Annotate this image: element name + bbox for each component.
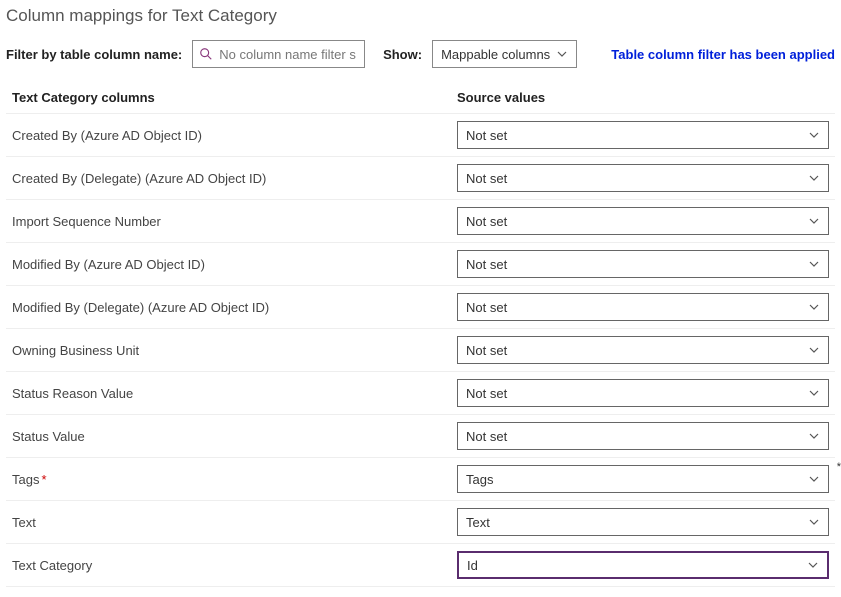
source-value-cell: Not set <box>457 379 835 407</box>
source-value-select[interactable]: Not set <box>457 207 829 235</box>
filter-bar: Filter by table column name: Show: Mappa… <box>6 40 835 68</box>
chevron-down-icon <box>808 215 820 227</box>
filter-applied-message: Table column filter has been applied <box>611 47 835 62</box>
table-row: Tags*Tags* <box>6 458 835 501</box>
table-row: Created By (Delegate) (Azure AD Object I… <box>6 157 835 200</box>
column-label: Modified By (Delegate) (Azure AD Object … <box>12 300 457 315</box>
chevron-down-icon <box>808 387 820 399</box>
source-value-select[interactable]: Not set <box>457 164 829 192</box>
source-value-text: Not set <box>466 257 507 272</box>
table-row: Modified By (Delegate) (Azure AD Object … <box>6 286 835 329</box>
table-header: Text Category columns Source values <box>6 86 835 114</box>
table-row: Text Category Id <box>6 544 835 587</box>
search-icon <box>199 47 213 61</box>
column-label: Status Value <box>12 429 457 444</box>
column-label: Tags* <box>12 472 457 487</box>
source-value-cell: Text <box>457 508 835 536</box>
chevron-down-icon <box>808 473 820 485</box>
column-label: Created By (Delegate) (Azure AD Object I… <box>12 171 457 186</box>
source-value-cell: Not set <box>457 336 835 364</box>
source-value-text: Not set <box>466 386 507 401</box>
source-value-cell: Not set <box>457 164 835 192</box>
source-value-select[interactable]: Not set <box>457 250 829 278</box>
source-value-cell: Not set <box>457 121 835 149</box>
header-columns: Text Category columns <box>12 90 457 105</box>
source-value-select[interactable]: Id <box>457 551 829 579</box>
source-value-select[interactable]: Not set <box>457 336 829 364</box>
page-title: Column mappings for Text Category <box>6 6 835 26</box>
source-value-select[interactable]: Not set <box>457 293 829 321</box>
column-label: Created By (Azure AD Object ID) <box>12 128 457 143</box>
chevron-down-icon <box>808 430 820 442</box>
source-value-text: Not set <box>466 214 507 229</box>
source-value-text: Id <box>467 558 478 573</box>
source-value-select[interactable]: Not set <box>457 379 829 407</box>
column-label: Import Sequence Number <box>12 214 457 229</box>
chevron-down-icon <box>556 48 568 60</box>
column-label: Status Reason Value <box>12 386 457 401</box>
table-row: Status Reason Value Not set <box>6 372 835 415</box>
chevron-down-icon <box>808 301 820 313</box>
source-value-text: Not set <box>466 128 507 143</box>
chevron-down-icon <box>808 516 820 528</box>
column-name-filter[interactable] <box>192 40 365 68</box>
filter-label: Filter by table column name: <box>6 47 182 62</box>
show-label: Show: <box>383 47 422 62</box>
column-label: Text <box>12 515 457 530</box>
search-input[interactable] <box>217 46 358 63</box>
chevron-down-icon <box>807 559 819 571</box>
table-row: Text Text <box>6 501 835 544</box>
source-value-select[interactable]: Text <box>457 508 829 536</box>
source-value-text: Tags <box>466 472 493 487</box>
show-select[interactable]: Mappable columns <box>432 40 577 68</box>
mapping-rows: Created By (Azure AD Object ID)Not setCr… <box>6 114 835 587</box>
source-value-cell: Not set <box>457 207 835 235</box>
source-value-cell: Not set <box>457 250 835 278</box>
header-source: Source values <box>457 90 835 105</box>
column-label: Text Category <box>12 558 457 573</box>
source-value-select[interactable]: Not set <box>457 121 829 149</box>
source-value-select[interactable]: Not set <box>457 422 829 450</box>
table-row: Status Value Not set <box>6 415 835 458</box>
chevron-down-icon <box>808 344 820 356</box>
source-value-cell: Tags* <box>457 465 835 493</box>
source-value-text: Not set <box>466 429 507 444</box>
show-select-value: Mappable columns <box>441 47 550 62</box>
source-value-cell: Id <box>457 551 835 579</box>
chevron-down-icon <box>808 129 820 141</box>
chevron-down-icon <box>808 258 820 270</box>
table-row: Modified By (Azure AD Object ID) Not set <box>6 243 835 286</box>
source-value-cell: Not set <box>457 422 835 450</box>
column-label: Modified By (Azure AD Object ID) <box>12 257 457 272</box>
source-value-cell: Not set <box>457 293 835 321</box>
source-value-text: Text <box>466 515 490 530</box>
table-row: Owning Business Unit Not set <box>6 329 835 372</box>
chevron-down-icon <box>808 172 820 184</box>
required-indicator: * <box>41 472 46 487</box>
source-value-text: Not set <box>466 300 507 315</box>
table-row: Import Sequence Number Not set <box>6 200 835 243</box>
source-value-select[interactable]: Tags <box>457 465 829 493</box>
trailing-mark: * <box>837 461 841 473</box>
source-value-text: Not set <box>466 171 507 186</box>
table-row: Created By (Azure AD Object ID) Not set <box>6 114 835 157</box>
source-value-text: Not set <box>466 343 507 358</box>
column-label: Owning Business Unit <box>12 343 457 358</box>
